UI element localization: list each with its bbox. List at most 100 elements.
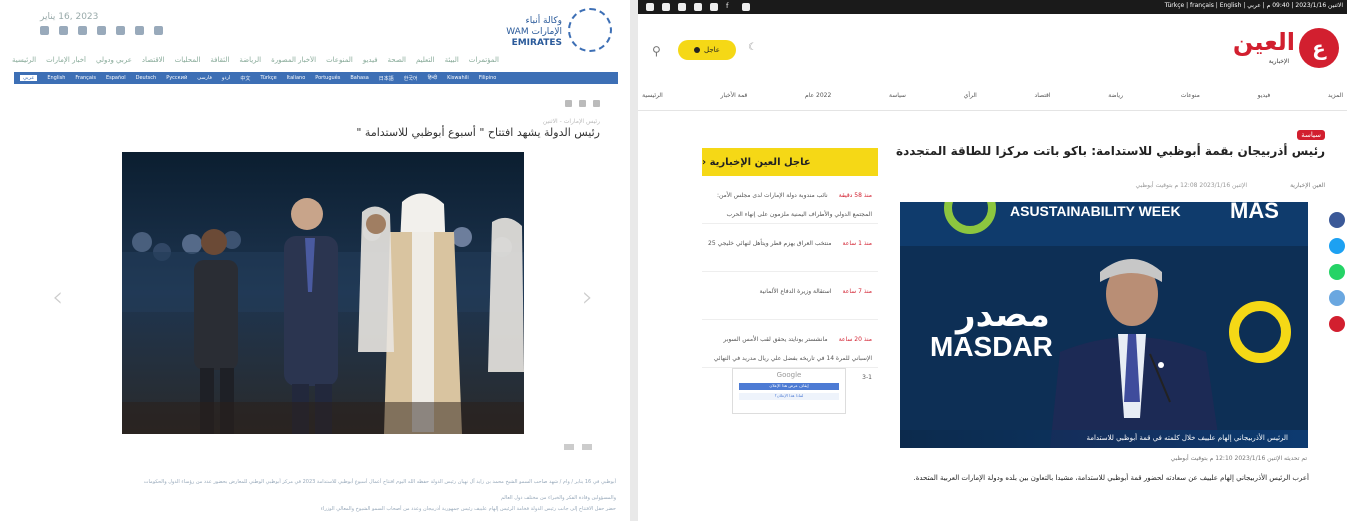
live-dot-icon — [694, 47, 701, 53]
wam-language-item[interactable]: Deutsch — [136, 75, 157, 81]
sidebar-item[interactable]: منذ 1 ساعة منتخب العراق يهزم قطر ويتأهل … — [702, 224, 878, 272]
wam-nav-item[interactable]: المنوعات — [326, 56, 353, 68]
alain-nav-item[interactable]: سياسة — [889, 92, 906, 106]
alain-nav-item[interactable]: منوعات — [1181, 92, 1200, 106]
email-icon[interactable] — [59, 26, 68, 35]
linkedin-icon[interactable] — [710, 3, 718, 11]
alain-nav-item[interactable]: الرأي — [964, 92, 977, 106]
wam-nav-item[interactable]: فيديو — [363, 56, 378, 68]
email-icon[interactable] — [593, 100, 600, 107]
whatsapp-icon[interactable] — [1329, 264, 1345, 280]
alain-nav-item[interactable]: المزيد — [1328, 92, 1343, 106]
font-size-small-icon[interactable] — [154, 26, 163, 35]
wam-nav-item[interactable]: الثقافة — [210, 56, 229, 68]
wam-nav-item[interactable]: الرياضة — [239, 56, 261, 68]
instagram-icon[interactable] — [646, 3, 654, 11]
alain-top-meta: الاثنين 2023/1/16 | 09:40 م | عربي | Tür… — [1164, 2, 1343, 9]
wam-nav-item[interactable]: المؤتمرات — [469, 56, 499, 68]
alain-nav-item[interactable]: الرئيسية — [642, 92, 663, 106]
wam-language-bar: عربي English Français Español Deutsch Русский… — [14, 72, 618, 84]
wam-language-item[interactable]: Bahasa — [350, 75, 368, 81]
wam-language-item[interactable]: Русский — [166, 75, 187, 81]
facebook-icon[interactable] — [1329, 212, 1345, 228]
article-headline: رئيس أذربيجان بقمة أبوظبي للاستدامة: باك… — [896, 144, 1325, 158]
wam-language-item[interactable]: English — [47, 75, 65, 81]
photo-caption: الرئيس الأذربيجاني إلهام علييف خلال كلمت… — [900, 430, 1308, 448]
alain-nav-item[interactable]: 2022 عام — [805, 92, 831, 106]
telegram-icon[interactable] — [1329, 290, 1345, 306]
font-size-icon[interactable] — [135, 26, 144, 35]
ad-stop-button[interactable]: إيقاف عرض هذا الإعلان — [739, 383, 839, 390]
alain-logo-sub: الإخبارية — [1268, 58, 1289, 65]
wam-nav-item[interactable]: المحليات — [175, 56, 201, 68]
wam-language-item[interactable]: Español — [106, 75, 126, 81]
wam-language-item[interactable]: عربي — [20, 75, 38, 81]
twitter-icon[interactable] — [97, 26, 106, 35]
article-source[interactable]: العين الإخبارية — [1290, 182, 1325, 189]
thumbnail-icon[interactable] — [564, 444, 574, 450]
wam-nav-item[interactable]: الاقتصاد — [142, 56, 165, 68]
print-icon[interactable] — [40, 26, 49, 35]
dark-mode-icon[interactable]: ☾ — [748, 42, 757, 53]
sidebar-item-text: استقالة وزيرة الدفاع الألمانية — [759, 288, 832, 295]
search-icon[interactable]: ⚲ — [652, 44, 661, 58]
alain-logo-mark: ع — [1299, 28, 1339, 68]
wam-nav-item[interactable]: التعليم — [416, 56, 435, 68]
twitter-icon[interactable] — [742, 3, 750, 11]
wam-language-item[interactable]: Türkçe — [260, 75, 276, 81]
wam-nav-item[interactable]: الصحة — [388, 56, 406, 68]
category-tag[interactable]: سياسة — [1297, 130, 1325, 140]
telegram-icon[interactable] — [662, 3, 670, 11]
sidebar-item[interactable]: منذ 58 دقيقة نائب مندوبة دولة الإمارات ل… — [702, 176, 878, 224]
alain-page: f الاثنين 2023/1/16 | 09:40 م | عربي | T… — [638, 0, 1347, 521]
wam-article-photo — [122, 152, 524, 434]
wam-body-line-2: والمسؤولين وقادة الفكر والخبراء من مختلف… — [500, 495, 616, 501]
ad-brand: Google — [776, 371, 802, 379]
sidebar-item[interactable]: منذ 7 ساعة استقالة وزيرة الدفاع الألماني… — [702, 272, 878, 320]
youtube-icon[interactable] — [694, 3, 702, 11]
sidebar-item[interactable]: منذ 20 ساعة مانشستر يونايتد يحقق لقب الأ… — [702, 320, 878, 381]
facebook-icon[interactable] — [78, 26, 87, 35]
twitter-icon[interactable] — [579, 100, 586, 107]
alain-logo[interactable]: العين الإخبارية ع — [1229, 26, 1339, 76]
wam-language-item[interactable]: Français — [75, 75, 96, 81]
sidebar-title[interactable]: عاجل العين الإخبارية ‹ — [702, 148, 878, 176]
gallery-prev-icon[interactable]: ‹ — [52, 280, 63, 313]
wam-date: 2023 ,16 يناير — [40, 12, 99, 22]
wam-language-item[interactable]: हिन्दी — [428, 75, 437, 81]
wam-language-item[interactable]: Italiano — [287, 75, 306, 81]
fullscreen-icon[interactable] — [582, 444, 592, 450]
facebook-icon[interactable]: f — [726, 2, 734, 10]
wam-nav-item[interactable]: الرئيسية — [12, 56, 36, 68]
alain-nav-item[interactable]: اقتصاد — [1035, 92, 1051, 106]
wam-logo[interactable]: وكالة أنباء الإمارات WAM EMIRATES — [502, 8, 612, 56]
alain-nav-item[interactable]: قمة الأخبار — [721, 92, 748, 106]
wam-language-item[interactable]: 日本語 — [379, 75, 394, 82]
wam-nav-item[interactable]: عربي ودولي — [96, 56, 132, 68]
article-updated-date: تم تحديثه الإثنين 2023/1/16 12:10 م بتوق… — [1170, 455, 1307, 462]
print-icon[interactable] — [565, 100, 572, 107]
wam-nav-item[interactable]: أخبار الإمارات — [46, 56, 86, 68]
wam-nav-item[interactable]: البيئة — [445, 56, 459, 68]
sidebar-item-text: منتخب العراق يهزم قطر ويتأهل لنهائي خليج… — [708, 240, 832, 247]
photo-masdar-ar: مصدر — [954, 295, 1050, 335]
wam-language-item[interactable]: اردو — [222, 75, 230, 81]
gallery-next-icon[interactable]: › — [582, 280, 593, 313]
wam-language-item[interactable]: 한국어 — [404, 75, 418, 82]
wam-language-item[interactable]: فارسی — [197, 75, 212, 81]
twitter-icon[interactable] — [1329, 238, 1345, 254]
wam-nav-item[interactable]: الأخبار المصورة — [271, 56, 316, 68]
share-icon[interactable] — [116, 26, 125, 35]
ad-why-button[interactable]: لماذا هذا الإعلان؟ — [739, 393, 839, 400]
wam-language-item[interactable]: Kiswahili — [447, 75, 469, 81]
alain-nav-item[interactable]: فيديو — [1258, 92, 1271, 106]
alain-nav-item[interactable]: رياضة — [1108, 92, 1123, 106]
article-photo: ASUSTAINABILITY WEEK MAS مصدر MASDAR الر… — [900, 202, 1308, 448]
whatsapp-icon[interactable] — [678, 3, 686, 11]
breaking-news-button[interactable]: عاجل — [678, 40, 736, 60]
pinterest-icon[interactable] — [1329, 316, 1345, 332]
wam-language-item[interactable]: 中文 — [240, 75, 250, 82]
wam-language-item[interactable]: Português — [315, 75, 340, 81]
alain-main-nav: الرئيسية قمة الأخبار 2022 عام سياسة الرأي اقت… — [638, 92, 1347, 106]
wam-language-item[interactable]: Filipino — [479, 75, 496, 81]
